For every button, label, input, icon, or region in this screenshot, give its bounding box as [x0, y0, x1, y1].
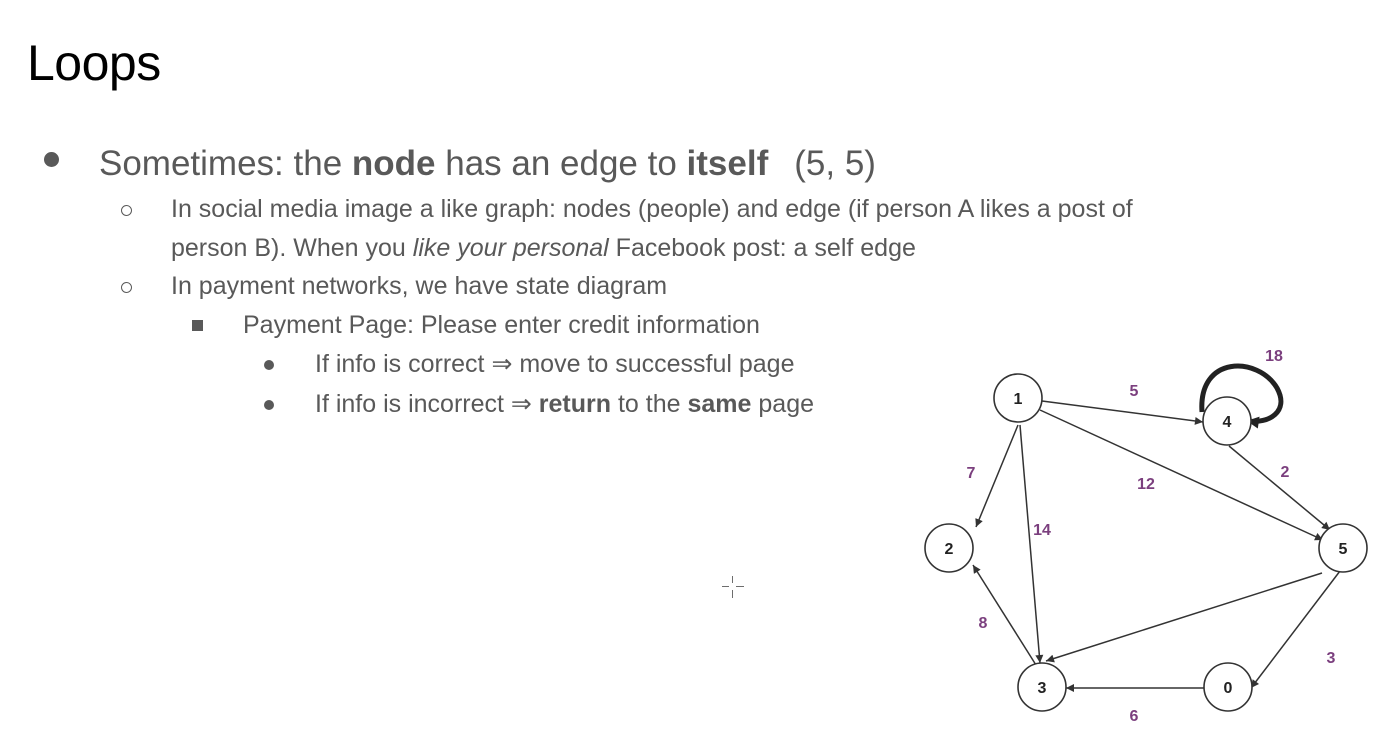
svg-text:3: 3 [1038, 680, 1047, 697]
graph-node-2: 2 [924, 523, 974, 573]
bullet-info-incorrect: If info is incorrect ⇒ return to the sam… [315, 385, 814, 423]
svg-text:2: 2 [945, 541, 954, 558]
incorrect-text-post: page [751, 390, 814, 418]
crosshair-cursor-icon [722, 576, 744, 598]
bullet-info-correct: If info is correct ⇒ move to successful … [315, 350, 795, 378]
svg-text:0: 0 [1224, 680, 1233, 697]
graph-node-3: 3 [1017, 662, 1067, 712]
social-line2-pre: person B). When you [171, 234, 413, 262]
sub-bullet-ring [121, 282, 132, 293]
edge-weight-5: 5 [1130, 383, 1139, 400]
graph-node-4: 4 [1202, 396, 1252, 446]
bullet-payment-page: Payment Page: Please enter credit inform… [243, 311, 760, 339]
weighted-graph-diagram: 1 4 2 5 3 0 5 18 7 12 2 14 8 3 6 [924, 348, 1368, 725]
svg-text:5: 5 [1339, 541, 1348, 558]
edge-weight-7: 7 [967, 465, 976, 482]
edge-1-3 [1019, 424, 1044, 664]
sub-bullet-social-line1: In social media image a like graph: node… [171, 195, 1133, 223]
edge-weight-18: 18 [1265, 348, 1283, 365]
sub-bullet-ring [121, 205, 132, 216]
sub-bullet-payment: In payment networks, we have state diagr… [171, 272, 668, 300]
slide-title: Loops [27, 35, 161, 91]
edge-4-5 [1228, 445, 1331, 531]
graph-node-0: 0 [1203, 662, 1253, 712]
social-line2-post: Facebook post: a self edge [608, 234, 916, 262]
small-bullet-dot [264, 360, 274, 370]
edge-5-0 [1250, 570, 1341, 689]
bullet-text-pair: (5, 5) [794, 144, 876, 183]
svg-text:1: 1 [1014, 391, 1023, 408]
edge-1-2 [975, 424, 1019, 528]
bullet-text-mid: has an edge to [435, 144, 687, 183]
square-bullet [192, 320, 203, 331]
edge-1-4 [1041, 400, 1204, 425]
sub-bullet-social-line2: person B). When you like your personal F… [171, 229, 916, 267]
incorrect-text-return: return [538, 390, 612, 418]
edge-weight-12: 12 [1137, 476, 1155, 493]
incorrect-text-same: same [687, 390, 752, 418]
svg-text:4: 4 [1223, 414, 1232, 431]
small-bullet-dot [264, 400, 274, 410]
edge-5-3 [1045, 572, 1323, 663]
edge-weight-2: 2 [1281, 464, 1290, 481]
bullet-text-pre: Sometimes: the [99, 144, 352, 183]
incorrect-text-mid: to the [611, 390, 688, 418]
bullet-text-node: node [351, 144, 436, 183]
edge-weight-6: 6 [1130, 708, 1139, 725]
graph-node-1: 1 [993, 373, 1043, 423]
edge-weight-3: 3 [1327, 650, 1336, 667]
bullet-text-itself: itself [686, 144, 769, 183]
edge-weight-14: 14 [1033, 522, 1051, 539]
graph-node-5: 5 [1318, 523, 1368, 573]
bullet-dot [44, 152, 59, 167]
bullet-self-edge: Sometimes: the node has an edge to itsel… [99, 142, 876, 186]
social-line2-emphasis: like your personal [412, 234, 609, 262]
edge-weight-8: 8 [979, 615, 988, 632]
incorrect-text-pre: If info is incorrect ⇒ [315, 390, 539, 418]
